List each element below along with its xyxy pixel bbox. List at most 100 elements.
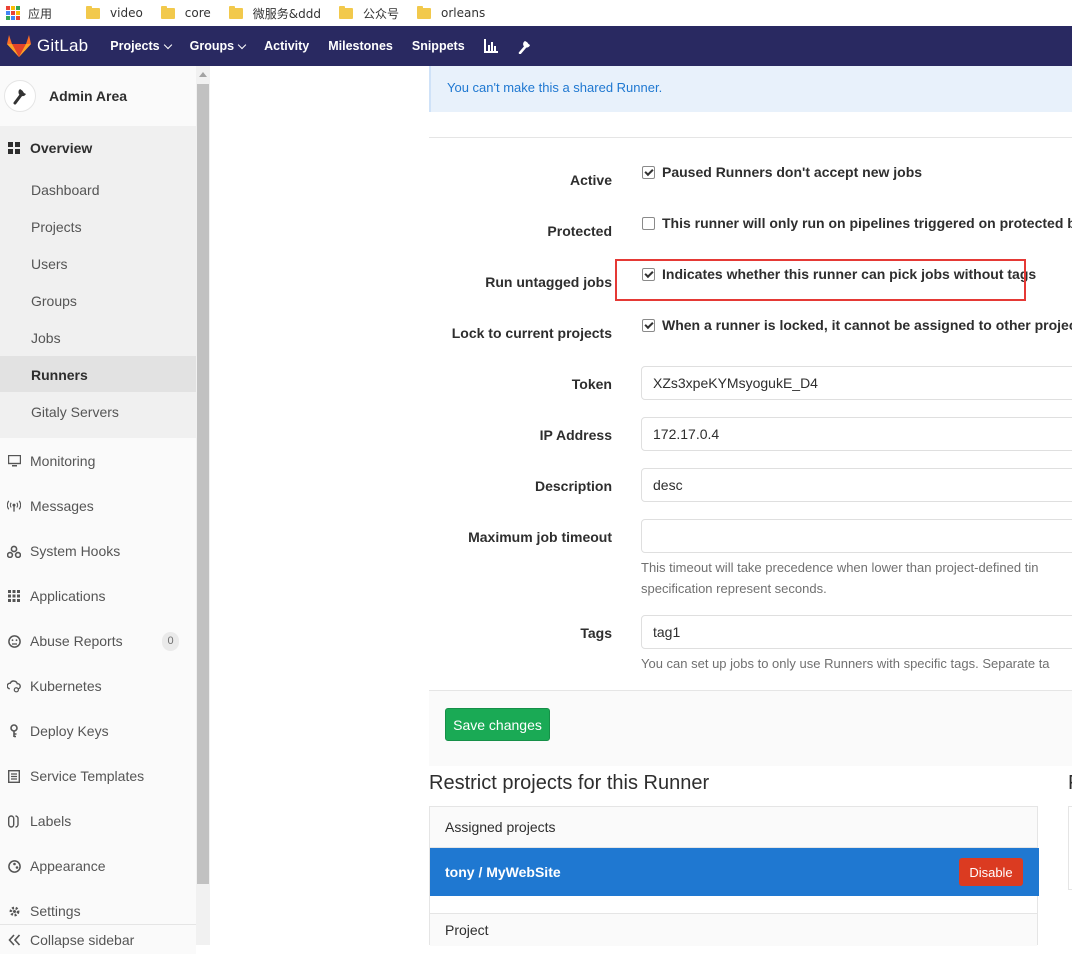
sidebar-item-label: Service Templates	[30, 768, 145, 784]
bookmark-orleans[interactable]: orleans	[417, 5, 485, 20]
bookmark-label: core	[184, 6, 211, 20]
sidebar-item-abuse-reports[interactable]: Abuse Reports 0	[0, 626, 196, 656]
protected-description: This runner will only run on pipelines t…	[662, 215, 1072, 231]
bookmark-gongzhonghao[interactable]: 公众号	[339, 5, 399, 22]
sidebar-sub-gitaly[interactable]: Gitaly Servers	[31, 404, 119, 420]
sidebar-scroll-thumb[interactable]	[197, 84, 209, 884]
top-navbar: GitLab Projects Groups Activity Mileston…	[0, 26, 1072, 66]
bookmark-label: 应用	[28, 6, 53, 21]
lock-label: Lock to current projects	[451, 325, 612, 341]
nav-admin-wrench[interactable]	[518, 39, 532, 54]
lock-description: When a runner is locked, it cannot be as…	[662, 317, 1072, 333]
sidebar-item-settings[interactable]: Settings	[0, 896, 196, 926]
nav-projects[interactable]: Projects	[110, 39, 172, 53]
nav-snippets[interactable]: Snippets	[412, 39, 465, 53]
save-changes-button[interactable]: Save changes	[445, 708, 550, 741]
folder-icon	[339, 5, 354, 19]
sidebar-header[interactable]: Admin Area	[0, 66, 196, 126]
gitlab-logo[interactable]: GitLab	[7, 35, 88, 57]
tags-field[interactable]: tag1	[641, 615, 1072, 649]
sidebar-item-monitoring[interactable]: Monitoring	[0, 446, 196, 476]
sidebar-item-applications[interactable]: Applications	[0, 581, 196, 611]
tags-help: You can set up jobs to only use Runners …	[641, 656, 1050, 671]
broadcast-icon	[7, 499, 21, 513]
sidebar-item-appearance[interactable]: Appearance	[0, 851, 196, 881]
labels-icon	[7, 814, 21, 828]
applications-icon	[7, 589, 21, 603]
project-header: Project	[430, 913, 1037, 946]
key-icon	[7, 724, 21, 738]
sidebar-sub-dashboard[interactable]: Dashboard	[31, 182, 100, 198]
sidebar-sub-runners[interactable]: Runners	[31, 367, 88, 383]
divider	[429, 137, 1072, 138]
sidebar-item-label: Appearance	[30, 858, 106, 874]
protected-checkbox[interactable]	[642, 217, 655, 230]
sidebar-item-system-hooks[interactable]: System Hooks	[0, 536, 196, 566]
timeout-label: Maximum job timeout	[468, 529, 612, 545]
assigned-projects-header: Assigned projects	[430, 807, 1037, 848]
sidebar-item-service-templates[interactable]: Service Templates	[0, 761, 196, 791]
sidebar-item-labels[interactable]: Labels	[0, 806, 196, 836]
sidebar-sub-groups[interactable]: Groups	[31, 293, 77, 309]
logo-text: GitLab	[37, 36, 89, 55]
bookmark-core[interactable]: core	[160, 5, 211, 20]
ip-address-field[interactable]: 172.17.0.4	[641, 417, 1072, 451]
overview-label: Overview	[30, 140, 93, 156]
collapse-sidebar-button[interactable]: Collapse sidebar	[0, 924, 196, 954]
gear-icon	[7, 904, 21, 918]
nav-label: Milestones	[328, 39, 393, 53]
bookmark-label: 公众号	[363, 6, 400, 21]
project-name-link[interactable]: tony / MyWebSite	[445, 864, 561, 880]
wrench-icon	[13, 89, 26, 105]
nav-label: Snippets	[411, 39, 465, 53]
ip-label: IP Address	[539, 427, 612, 443]
sidebar-item-overview[interactable]: Overview	[0, 126, 196, 170]
nav-groups[interactable]: Groups	[189, 39, 247, 53]
nav-label: Projects	[110, 39, 160, 53]
abuse-count-badge: 0	[162, 631, 179, 651]
active-item-highlight	[0, 356, 196, 392]
bookmark-apps[interactable]: 应用	[0, 5, 52, 22]
nav-activity[interactable]: Activity	[264, 39, 309, 53]
palette-icon	[7, 859, 21, 873]
assigned-project-row[interactable]: tony / MyWebSite Disable	[430, 848, 1039, 896]
chevron-down-icon	[237, 40, 247, 49]
template-icon	[7, 769, 21, 783]
sidebar-item-deploy-keys[interactable]: Deploy Keys	[0, 716, 196, 746]
untagged-label: Run untagged jobs	[485, 274, 612, 290]
timeout-field[interactable]	[641, 519, 1072, 553]
sidebar-item-label: Monitoring	[30, 453, 96, 469]
bookmark-video[interactable]: video	[86, 5, 143, 20]
lock-checkbox[interactable]	[642, 319, 655, 332]
disable-button[interactable]: Disable	[959, 858, 1023, 886]
abuse-icon	[7, 634, 21, 648]
folder-icon	[160, 5, 175, 19]
overview-section: Overview Dashboard Projects Users Groups…	[0, 126, 196, 438]
sidebar-item-label: Kubernetes	[30, 678, 102, 694]
bookmark-label: video	[110, 6, 143, 20]
folder-icon	[228, 5, 243, 19]
bookmarks-bar: 应用 video core 微服务&ddd 公众号 orleans	[0, 0, 1072, 26]
sidebar-sub-users[interactable]: Users	[31, 256, 68, 272]
nav-label: Groups	[189, 39, 235, 53]
nav-milestones[interactable]: Milestones	[328, 39, 393, 53]
sidebar-sub-projects[interactable]: Projects	[31, 219, 82, 235]
sidebar: Admin Area Overview Dashboard Projects U…	[0, 66, 196, 954]
description-field[interactable]: desc	[641, 468, 1072, 502]
main-content: You can't make this a shared Runner. Act…	[210, 66, 1072, 946]
sidebar-item-messages[interactable]: Messages	[0, 491, 196, 521]
sidebar-sub-jobs[interactable]: Jobs	[31, 330, 61, 346]
timeout-help-line2: specification represent seconds.	[641, 581, 827, 596]
scroll-up-arrow-icon[interactable]	[199, 72, 207, 77]
bookmark-label: 微服务&ddd	[252, 6, 322, 21]
nav-label: Activity	[264, 39, 310, 53]
apps-grid-icon	[6, 6, 20, 20]
restrict-projects-title: Restrict projects for this Runner	[429, 772, 710, 794]
bookmark-ddd[interactable]: 微服务&ddd	[228, 5, 322, 22]
nav-chart[interactable]	[483, 39, 499, 53]
token-field[interactable]: XZs3xpeKYMsyogukE_D4	[641, 366, 1072, 400]
right-panel-edge	[1068, 806, 1072, 890]
sidebar-item-kubernetes[interactable]: Kubernetes	[0, 671, 196, 701]
active-checkbox[interactable]	[642, 166, 655, 179]
admin-avatar	[4, 80, 36, 112]
